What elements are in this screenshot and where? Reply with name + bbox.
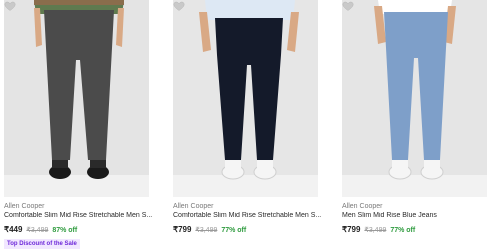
product-image[interactable]	[342, 0, 487, 197]
heart-outline-icon[interactable]	[4, 0, 16, 12]
selling-price: ₹799	[173, 225, 192, 234]
discount-percent: 77% off	[221, 227, 247, 234]
product-card[interactable]: Allen Cooper Comfortable Slim Mid Rise S…	[4, 0, 152, 250]
product-image[interactable]	[173, 0, 318, 197]
discount-percent: 87% off	[52, 227, 78, 234]
original-price: ₹3,499	[26, 227, 49, 234]
price-row: ₹799 ₹3,499 77% off	[342, 225, 415, 234]
product-name[interactable]: Men Slim Mid Rise Blue Jeans	[342, 212, 492, 219]
product-name[interactable]: Comfortable Slim Mid Rise Stretchable Me…	[4, 212, 154, 219]
original-price: ₹3,499	[195, 227, 218, 234]
top-discount-badge: Top Discount of the Sale	[4, 239, 80, 249]
product-card[interactable]: Allen Cooper Comfortable Slim Mid Rise S…	[173, 0, 321, 250]
product-card[interactable]: Allen Cooper Men Slim Mid Rise Blue Jean…	[342, 0, 487, 250]
price-row: ₹449 ₹3,499 87% off	[4, 225, 77, 234]
discount-percent: 77% off	[390, 227, 416, 234]
price-row: ₹799 ₹3,499 77% off	[173, 225, 246, 234]
product-name[interactable]: Comfortable Slim Mid Rise Stretchable Me…	[173, 212, 323, 219]
heart-outline-icon[interactable]	[173, 0, 185, 12]
selling-price: ₹449	[4, 225, 23, 234]
selling-price: ₹799	[342, 225, 361, 234]
product-image[interactable]	[4, 0, 149, 197]
brand-name: Allen Cooper	[342, 203, 383, 210]
heart-outline-icon[interactable]	[342, 0, 354, 12]
brand-name: Allen Cooper	[173, 203, 214, 210]
brand-name: Allen Cooper	[4, 203, 45, 210]
original-price: ₹3,499	[364, 227, 387, 234]
